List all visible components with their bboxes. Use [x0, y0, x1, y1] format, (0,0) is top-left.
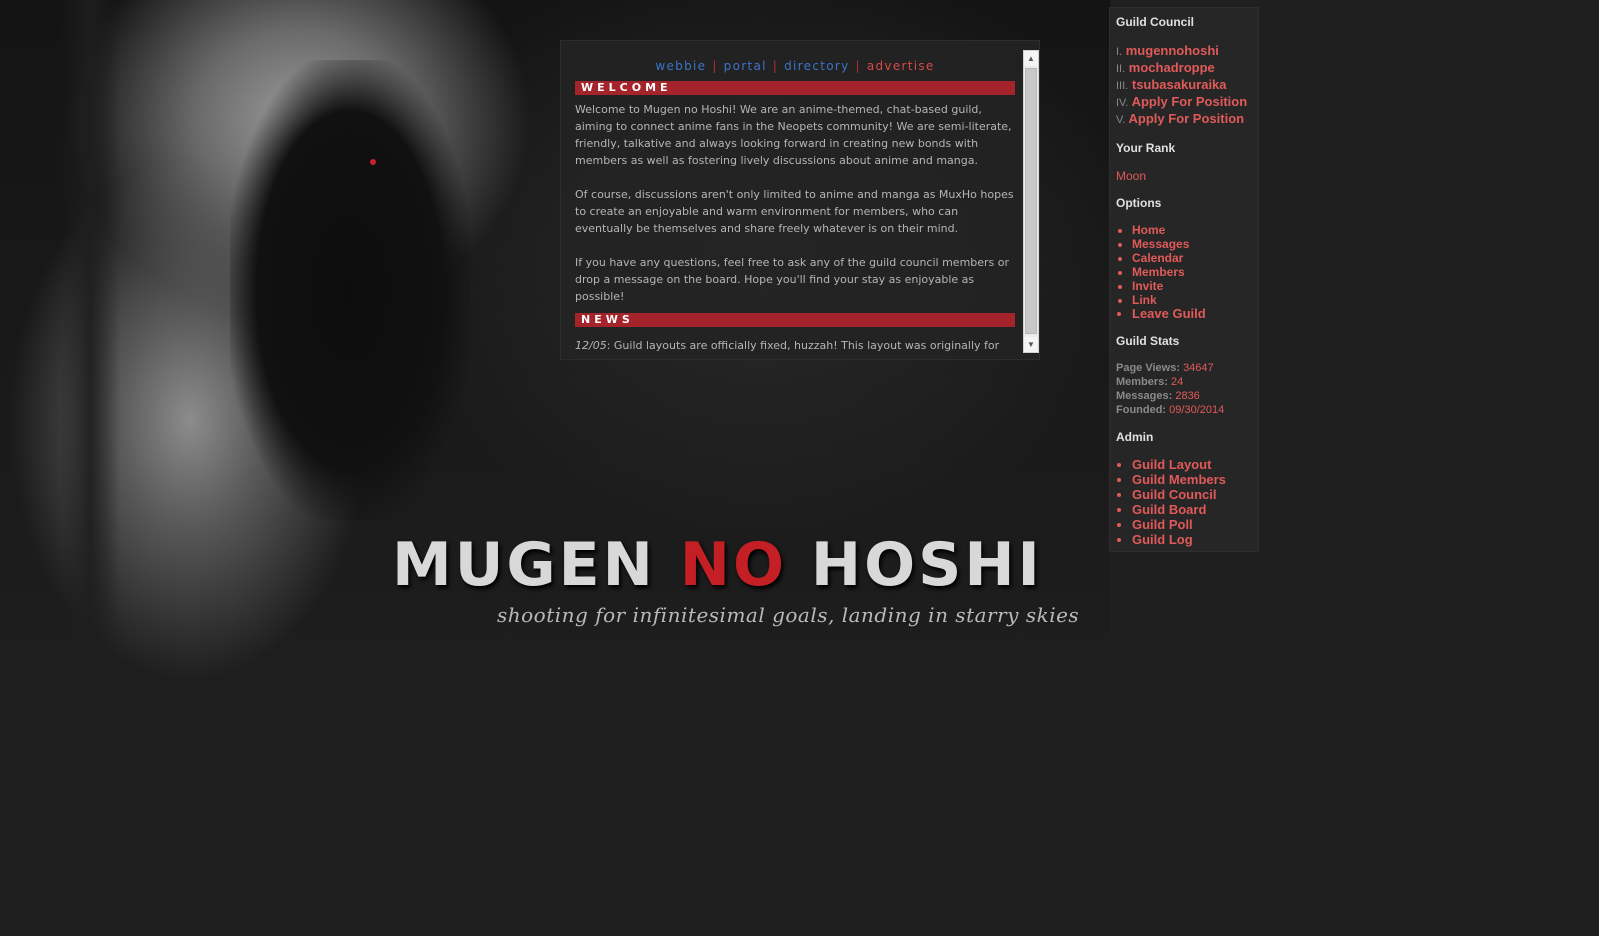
option-messages[interactable]: Messages: [1132, 237, 1258, 251]
admin-list: Guild Layout Guild Members Guild Council…: [1110, 457, 1258, 547]
option-home[interactable]: Home: [1132, 223, 1258, 237]
logo-text: HOSHI: [787, 530, 1043, 600]
stat-label: Members:: [1116, 376, 1168, 388]
content-panel: webbie | portal | directory | advertise WELCOM…: [560, 40, 1040, 360]
council-member[interactable]: II. mochadroppe: [1116, 60, 1258, 77]
guild-sidebar: Guild Council I. mugennohoshi II. mochad…: [1109, 7, 1259, 552]
figure-eye: [370, 159, 376, 165]
nav-separator: |: [712, 59, 718, 73]
welcome-paragraph: Welcome to Mugen no Hoshi! We are an ani…: [575, 103, 1012, 167]
news-date: 12/05: [575, 339, 607, 352]
stat-value: 2836: [1175, 390, 1200, 402]
council-name[interactable]: mugennohoshi: [1126, 43, 1219, 58]
rank-heading: Your Rank: [1116, 141, 1176, 155]
council-number: IV.: [1116, 97, 1129, 109]
option-leave-guild[interactable]: Leave Guild: [1132, 307, 1258, 321]
council-name[interactable]: tsubasakuraika: [1132, 77, 1227, 92]
stat-members: Members: 24: [1110, 375, 1258, 389]
admin-guild-log[interactable]: Guild Log: [1132, 532, 1258, 547]
options-heading: Options: [1116, 196, 1162, 210]
stat-label: Messages:: [1116, 390, 1173, 402]
guild-tagline: shooting for infinitesimal goals, landin…: [497, 603, 1080, 627]
logo-text: MUGEN: [392, 530, 680, 600]
news-item: 12/05: Guild layouts are officially fixe…: [575, 337, 1015, 354]
option-invite[interactable]: Invite: [1132, 279, 1258, 293]
options-list: Home Messages Calendar Members Invite Li…: [1110, 223, 1258, 321]
top-nav: webbie | portal | directory | advertise: [575, 58, 1015, 75]
option-members[interactable]: Members: [1132, 265, 1258, 279]
rank-value: Moon: [1116, 169, 1147, 183]
council-number: I.: [1116, 46, 1123, 58]
nav-link-directory[interactable]: directory: [784, 59, 849, 73]
admin-heading: Admin: [1116, 430, 1154, 444]
welcome-paragraph: Of course, discussions aren't only limit…: [575, 188, 1014, 235]
welcome-paragraph: If you have any questions, feel free to …: [575, 256, 1010, 303]
background-figure: [230, 60, 470, 520]
admin-guild-board[interactable]: Guild Board: [1132, 502, 1258, 517]
apply-position-link[interactable]: Apply For Position: [1129, 111, 1245, 126]
council-name[interactable]: mochadroppe: [1129, 60, 1215, 75]
council-number: III.: [1116, 80, 1129, 92]
guild-logo: MUGEN NO HOSHI: [392, 530, 1043, 600]
stat-label: Founded:: [1116, 404, 1167, 416]
welcome-heading: WELCOME: [575, 81, 1015, 95]
news-heading: NEWS: [575, 313, 1015, 327]
admin-guild-poll[interactable]: Guild Poll: [1132, 517, 1258, 532]
stat-value: 34647: [1183, 362, 1214, 374]
stat-label: Page Views:: [1116, 362, 1180, 374]
council-list: I. mugennohoshi II. mochadroppe III. tsu…: [1110, 43, 1258, 128]
stats-heading: Guild Stats: [1116, 334, 1180, 348]
apply-position-link[interactable]: Apply For Position: [1132, 94, 1248, 109]
news-text: : Guild layouts are officially fixed, hu…: [606, 339, 1000, 352]
stat-founded: Founded: 09/30/2014: [1110, 403, 1258, 417]
council-number: II.: [1116, 63, 1126, 75]
nav-link-advertise[interactable]: advertise: [867, 59, 935, 73]
stat-value: 09/30/2014: [1169, 404, 1225, 416]
stat-page-views: Page Views: 34647: [1110, 361, 1258, 375]
logo-accent-text: NO: [679, 530, 787, 600]
council-heading: Guild Council: [1116, 15, 1194, 29]
council-member[interactable]: I. mugennohoshi: [1116, 43, 1258, 60]
stat-messages: Messages: 2836: [1110, 389, 1258, 403]
content-scroll-area[interactable]: webbie | portal | directory | advertise WELCOM…: [575, 58, 1015, 354]
stat-value: 24: [1171, 376, 1184, 388]
option-link[interactable]: Link: [1132, 293, 1258, 307]
background-frame: [60, 0, 120, 712]
nav-link-portal[interactable]: portal: [724, 59, 767, 73]
scroll-down-arrow-icon[interactable]: ▼: [1024, 337, 1038, 352]
council-number: V.: [1116, 114, 1126, 126]
nav-separator: |: [855, 59, 861, 73]
scroll-up-arrow-icon[interactable]: ▲: [1024, 51, 1038, 66]
nav-link-webbie[interactable]: webbie: [655, 59, 706, 73]
option-calendar[interactable]: Calendar: [1132, 251, 1258, 265]
council-member[interactable]: IV. Apply For Position: [1116, 94, 1258, 111]
nav-separator: |: [772, 59, 779, 73]
council-member[interactable]: V. Apply For Position: [1116, 111, 1258, 128]
content-scrollbar[interactable]: ▲ ▼: [1023, 50, 1039, 353]
admin-guild-council[interactable]: Guild Council: [1132, 487, 1258, 502]
scroll-thumb[interactable]: [1025, 68, 1037, 334]
council-member[interactable]: III. tsubasakuraika: [1116, 77, 1258, 94]
admin-guild-members[interactable]: Guild Members: [1132, 472, 1258, 487]
admin-guild-layout[interactable]: Guild Layout: [1132, 457, 1258, 472]
